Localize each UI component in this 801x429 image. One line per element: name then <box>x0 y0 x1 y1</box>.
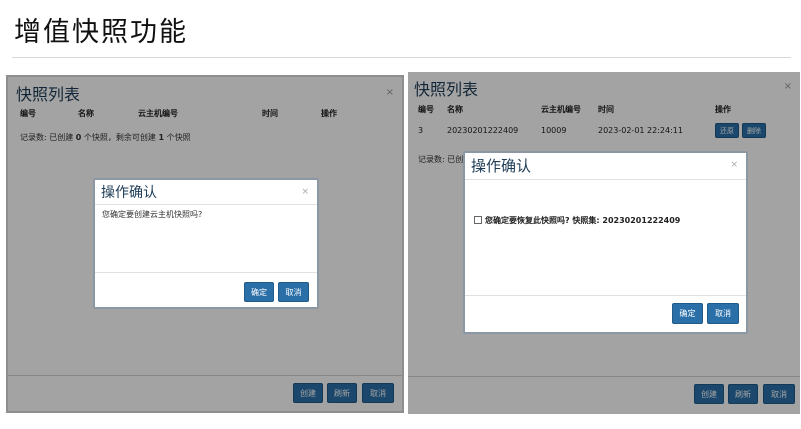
dialog-message: 您确定要创建云主机快照吗? <box>102 210 203 219</box>
confirm-dialog: 操作确认 × 您确定要创建云主机快照吗? 确定 取消 <box>93 178 319 309</box>
confirm-cancel-button[interactable]: 取消 <box>278 282 309 302</box>
close-icon[interactable]: × <box>301 187 309 197</box>
confirm-checkbox[interactable] <box>474 216 482 224</box>
confirm-cancel-button[interactable]: 取消 <box>707 303 739 324</box>
dialog-header-divider <box>465 179 746 180</box>
snapshot-list-panel-left: 快照列表 × 编号 名称 云主机编号 时间 操作 记录数: 已创建 0 个快照，… <box>6 75 404 413</box>
confirm-ok-button[interactable]: 确定 <box>672 303 703 324</box>
slide-title: 增值快照功能 <box>14 17 188 48</box>
dialog-header-divider <box>95 204 317 205</box>
confirm-ok-button[interactable]: 确定 <box>244 282 274 302</box>
dialog-title: 操作确认 <box>471 157 532 175</box>
dialog-footer-divider <box>465 295 746 296</box>
dialog-title: 操作确认 <box>101 185 157 201</box>
dialog-message: 您确定要恢复此快照吗? 快照集: 20230201222409 <box>485 216 681 225</box>
close-icon[interactable]: × <box>730 160 738 170</box>
confirm-dialog: 操作确认 × 您确定要恢复此快照吗? 快照集: 20230201222409 确… <box>463 151 748 334</box>
snapshot-list-panel-right: 快照列表 × 编号 名称 云主机编号 时间 操作 3 2023020122240… <box>408 72 800 414</box>
dialog-footer-divider <box>95 272 317 273</box>
title-divider <box>12 57 791 58</box>
